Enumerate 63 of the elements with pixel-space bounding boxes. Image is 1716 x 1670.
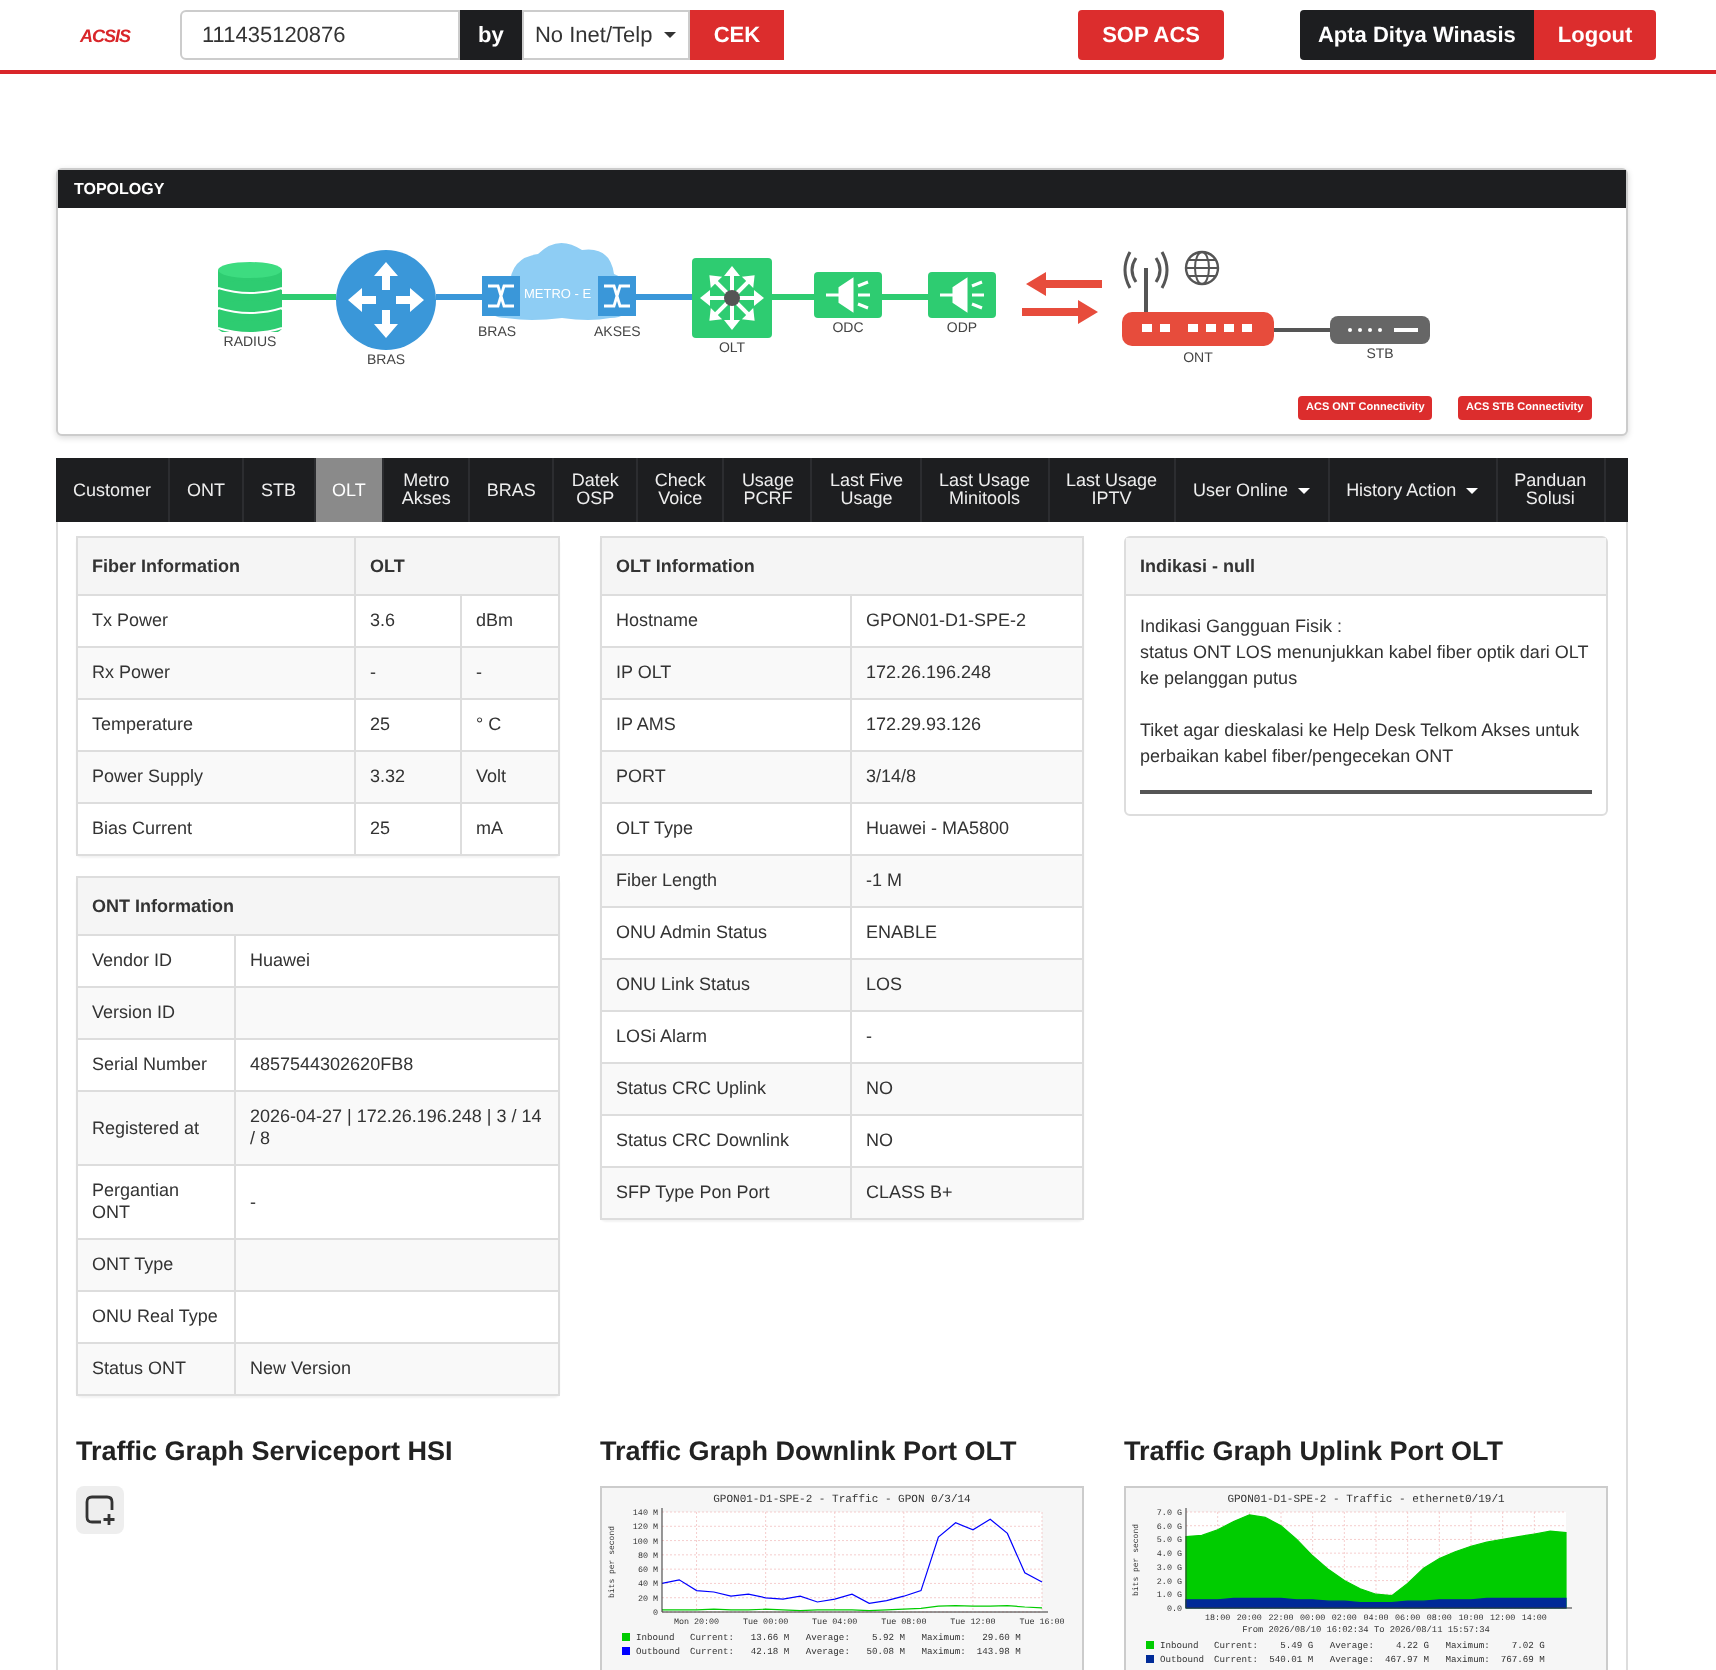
graph-title: Traffic Graph Downlink Port OLT <box>600 1436 1019 1466</box>
graph-title: Traffic Graph Uplink Port OLT <box>1124 1436 1506 1466</box>
nav-tab[interactable]: Check Voice <box>637 458 725 522</box>
legend-swatch <box>622 1633 630 1641</box>
table-cell: New Version <box>235 1343 559 1395</box>
user-button[interactable]: Apta Ditya Winasis <box>1299 10 1534 60</box>
nav-tab[interactable]: Customer <box>56 458 171 522</box>
nav-tab[interactable]: ONT <box>170 458 245 522</box>
connector-line <box>772 294 814 300</box>
splitter-icon <box>928 272 996 318</box>
nav-tab[interactable]: Usage PCRF <box>724 458 813 522</box>
database-icon <box>218 262 282 332</box>
settop-box-icon <box>1330 316 1430 344</box>
nav-tab[interactable]: Last Usage Minitools <box>921 458 1049 522</box>
connector-line <box>882 294 928 300</box>
graph-title: Traffic Graph Serviceport HSI <box>76 1436 455 1466</box>
nav-tab[interactable]: History Action <box>1329 458 1498 522</box>
nav-tab[interactable]: Last Five Usage <box>812 458 922 522</box>
network-switch-icon <box>482 276 520 316</box>
sop-button[interactable]: SOP ACS <box>1078 10 1224 60</box>
nav-tab[interactable]: Datek OSP <box>554 458 638 522</box>
add-button[interactable] <box>76 1486 124 1534</box>
logout-button[interactable]: Logout <box>1533 10 1657 60</box>
legend-swatch <box>1146 1641 1154 1649</box>
table-cell: SFP Type Pon Port <box>601 1167 851 1219</box>
splitter-icon <box>814 272 882 318</box>
table-header: ONT Information <box>77 877 559 935</box>
nav-tab[interactable]: Last Usage IPTV <box>1049 458 1177 522</box>
connector-line <box>1274 328 1330 332</box>
table-header: OLT Information <box>601 537 1083 595</box>
legend-swatch <box>622 1647 630 1655</box>
network-switch-icon <box>598 276 636 316</box>
card-title: TOPOLOGY <box>58 170 1626 208</box>
nav-tab[interactable]: User Online <box>1176 458 1330 522</box>
table-cell: Bias Current <box>77 803 355 855</box>
nav-tab[interactable]: BRAS <box>469 458 555 522</box>
table-header: Fiber Information <box>77 537 355 595</box>
by-button[interactable]: by <box>460 10 522 60</box>
table-cell: 25 <box>355 803 461 855</box>
legend-swatch <box>1146 1655 1154 1663</box>
table-header: OLT <box>355 537 559 595</box>
connector-line <box>636 294 692 300</box>
indication-text: Tiket agar dieskalasi ke Help Desk Telkom Akses untuk perbaikan kabel fiber/pengecekan ONT <box>1140 718 1582 770</box>
add-icon <box>84 1494 116 1526</box>
indication-text: Indikasi Gangguan Fisik : <box>1140 614 1345 640</box>
nav-tab[interactable]: Metro Akses <box>384 458 470 522</box>
caret-icon <box>664 32 677 38</box>
nav-tab[interactable]: Panduan Solusi <box>1497 458 1606 522</box>
arrows-icon <box>1022 270 1102 326</box>
logo: ACSIS <box>80 25 133 45</box>
table-cell: CLASS B+ <box>851 1167 1083 1219</box>
table-cell: mA <box>461 803 559 855</box>
filter-select[interactable]: No Inet/Telp <box>521 10 690 60</box>
switch-icon <box>692 258 772 338</box>
indication-text: status ONT LOS menunjukkan kabel fiber optik dari OLT ke pelanggan putus <box>1140 640 1591 692</box>
panel-title: Indikasi - null <box>1126 538 1606 596</box>
connector-line <box>436 294 482 300</box>
table-cell: Status ONT <box>77 1343 235 1395</box>
router-icon <box>336 250 436 350</box>
modem-icon <box>1122 248 1278 348</box>
check-button[interactable]: CEK <box>689 10 785 60</box>
connector-line <box>282 294 336 300</box>
search-field[interactable]: 111435120876 <box>180 10 460 60</box>
